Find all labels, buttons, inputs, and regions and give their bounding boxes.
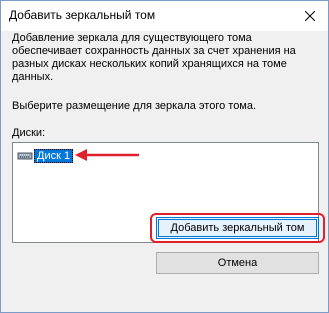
list-item-label: Диск 1: [34, 149, 74, 163]
disk-icon: [17, 152, 33, 160]
mirror-location-prompt: Выберите размещение для зеркала этого то…: [12, 100, 257, 112]
dialog-description: Добавление зеркала для существующего том…: [12, 32, 296, 83]
title-bar: Добавить зеркальный том: [1, 1, 328, 31]
focus-border: [158, 219, 317, 237]
cancel-button[interactable]: Отмена: [156, 252, 319, 274]
disks-label: Диски:: [12, 127, 46, 139]
close-icon: [305, 11, 315, 21]
window-title: Добавить зеркальный том: [9, 8, 156, 22]
add-mirror-dialog: Добавить зеркальный том Добавление зерка…: [0, 0, 329, 313]
annotation-arrow: [75, 149, 139, 161]
close-button[interactable]: [292, 1, 328, 31]
list-item-disk-1[interactable]: Диск 1: [17, 148, 74, 164]
add-mirror-button[interactable]: Добавить зеркальный том: [156, 217, 319, 239]
cancel-button-label: Отмена: [217, 257, 258, 269]
